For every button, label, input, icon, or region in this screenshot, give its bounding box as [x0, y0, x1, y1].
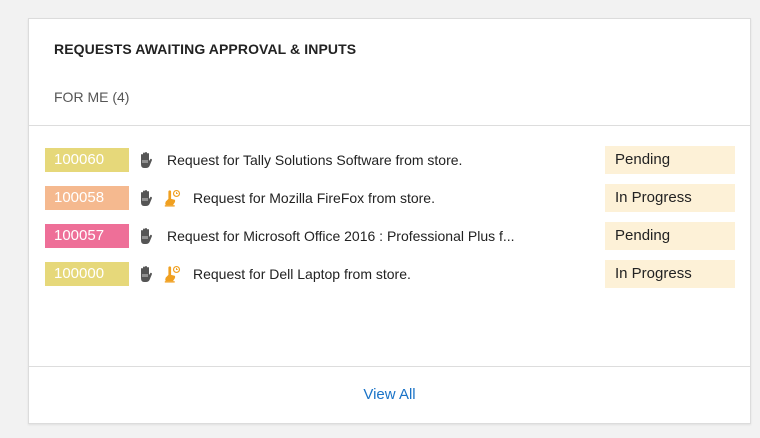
- status-badge: In Progress: [605, 260, 735, 288]
- request-id-badge[interactable]: 100000: [45, 262, 129, 286]
- request-row[interactable]: 100060 Request for Tally Solutions Softw…: [45, 141, 737, 179]
- request-subject[interactable]: Request for Tally Solutions Software fro…: [167, 152, 585, 168]
- requests-widget: REQUESTS AWAITING APPROVAL & INPUTS FOR …: [28, 18, 751, 424]
- request-row[interactable]: 100058 Request for Mozilla FireFox from …: [45, 179, 737, 217]
- request-list: 100060 Request for Tally Solutions Softw…: [45, 141, 737, 293]
- divider-bottom: [29, 366, 750, 367]
- approval-clock-icon: [163, 189, 181, 207]
- request-subject[interactable]: Request for Mozilla FireFox from store.: [193, 190, 593, 206]
- status-badge: In Progress: [605, 184, 735, 212]
- hand-icon: [137, 265, 155, 283]
- hand-icon: [137, 189, 155, 207]
- hand-icon: [137, 151, 155, 169]
- filter-for-me[interactable]: FOR ME (4): [54, 89, 129, 105]
- approval-clock-icon: [163, 265, 181, 283]
- status-badge: Pending: [605, 146, 735, 174]
- status-badge: Pending: [605, 222, 735, 250]
- widget-title: REQUESTS AWAITING APPROVAL & INPUTS: [54, 41, 357, 57]
- request-subject[interactable]: Request for Dell Laptop from store.: [193, 266, 593, 282]
- request-id-badge[interactable]: 100060: [45, 148, 129, 172]
- request-row[interactable]: 100057 Request for Microsoft Office 2016…: [45, 217, 737, 255]
- hand-icon: [137, 227, 155, 245]
- request-id-badge[interactable]: 100058: [45, 186, 129, 210]
- view-all-link[interactable]: View All: [29, 386, 750, 403]
- request-id-badge[interactable]: 100057: [45, 224, 129, 248]
- request-subject[interactable]: Request for Microsoft Office 2016 : Prof…: [167, 228, 585, 244]
- request-row[interactable]: 100000 Request for Dell Laptop from stor…: [45, 255, 737, 293]
- divider-top: [29, 125, 750, 126]
